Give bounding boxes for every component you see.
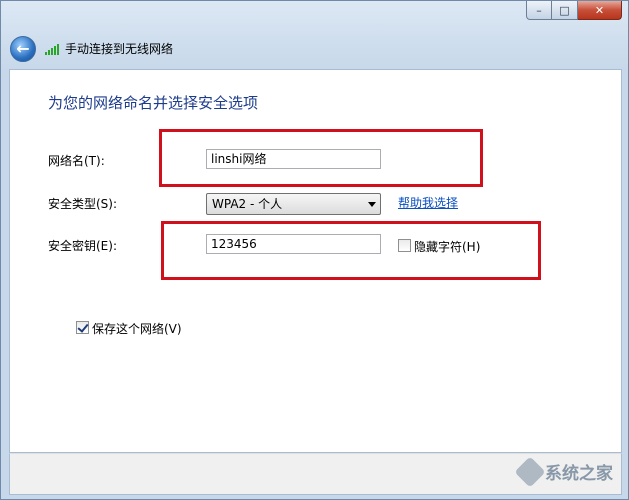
help-me-choose-link[interactable]: 帮助我选择 — [398, 194, 458, 211]
save-network-checkbox[interactable] — [76, 321, 89, 334]
watermark-text: 系统之家 — [545, 464, 613, 484]
content-pane: 为您的网络命名并选择安全选项 网络名(T): linshi网络 安全类型(S):… — [9, 69, 622, 453]
annotation-box-security-key — [161, 221, 541, 280]
security-type-value: WPA2 - 个人 — [212, 197, 283, 211]
security-type-label: 安全类型(S): — [48, 197, 118, 211]
watermark-logo-icon — [514, 455, 546, 488]
footer-bar: 系统之家 — [9, 453, 622, 495]
caption-buttons: – □ ✕ — [526, 1, 622, 20]
maximize-button[interactable]: □ — [552, 1, 578, 20]
annotation-box-network-name — [159, 129, 483, 187]
security-type-select[interactable]: WPA2 - 个人 — [206, 193, 381, 215]
network-name-label: 网络名(T): — [48, 154, 105, 168]
minimize-button[interactable]: – — [526, 1, 552, 20]
back-button[interactable]: ← — [10, 36, 36, 62]
page-heading: 为您的网络命名并选择安全选项 — [48, 94, 259, 112]
watermark: 系统之家 — [514, 455, 613, 488]
back-arrow-icon: ← — [16, 39, 30, 58]
close-button[interactable]: ✕ — [578, 1, 622, 20]
save-network-label: 保存这个网络(V) — [92, 322, 182, 336]
security-key-label: 安全密钥(E): — [48, 239, 117, 253]
window-title: 手动连接到无线网络 — [65, 42, 174, 56]
chevron-down-icon — [368, 202, 376, 207]
wireless-signal-icon — [45, 42, 61, 55]
wizard-window: – □ ✕ ← 手动连接到无线网络 为您的网络命名并选择安全选项 网络名(T):… — [0, 0, 629, 500]
